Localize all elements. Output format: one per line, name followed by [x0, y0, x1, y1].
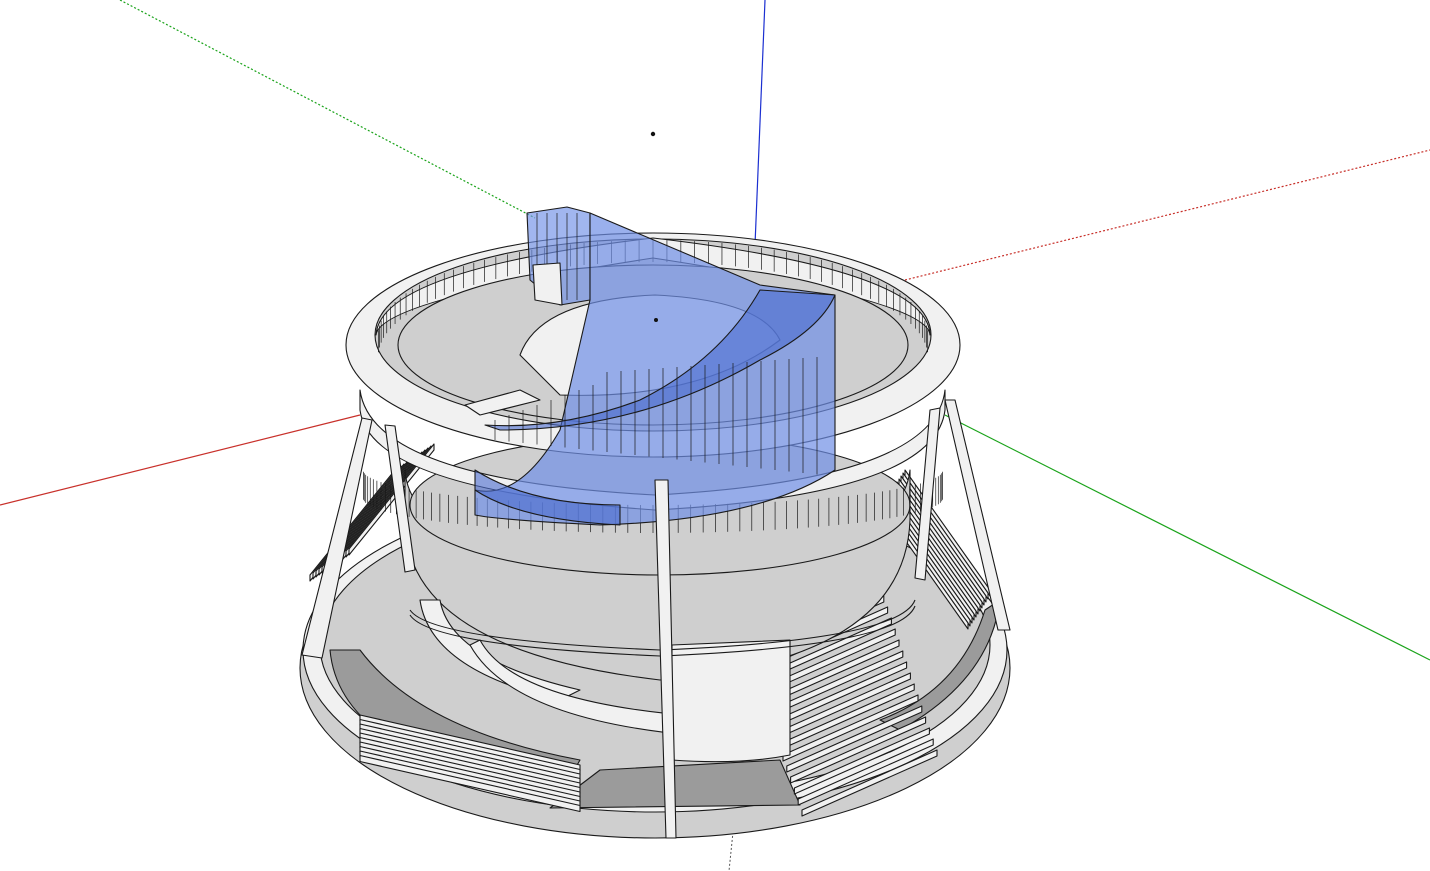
- red-axis-dotted: [904, 149, 1430, 281]
- green-axis-dotted: [119, 0, 536, 219]
- model-viewport[interactable]: [0, 0, 1430, 871]
- blue-axis-solid: [754, 0, 766, 246]
- scene-canvas[interactable]: [0, 0, 1430, 871]
- guide-point: [654, 318, 658, 322]
- guide-point: [650, 131, 656, 137]
- red-axis-solid: [0, 414, 361, 506]
- green-axis-solid: [944, 414, 1430, 661]
- blue-axis-dotted: [728, 831, 734, 871]
